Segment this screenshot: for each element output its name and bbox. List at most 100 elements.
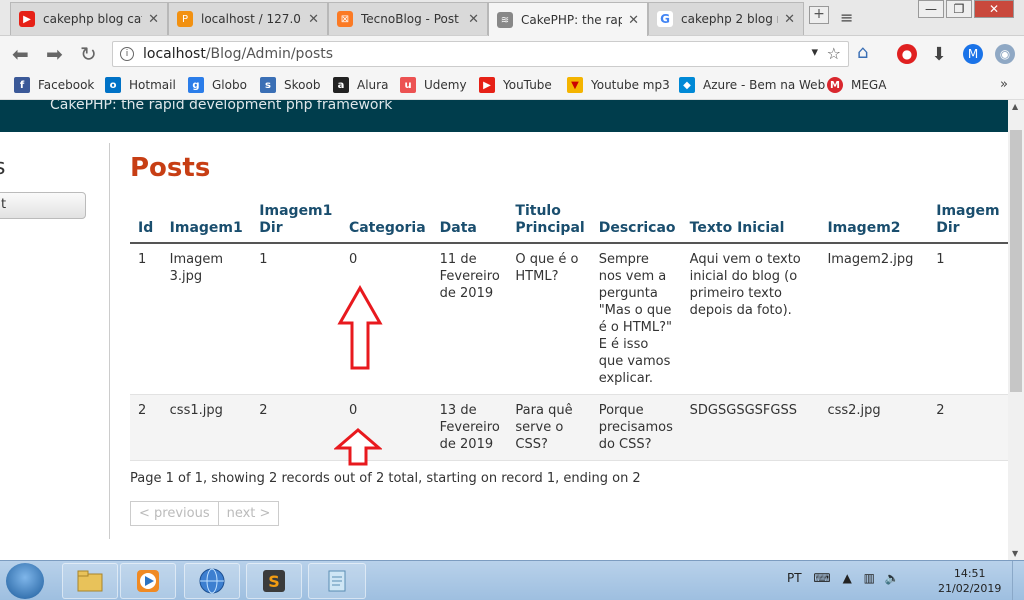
column-header-descricao[interactable]: Descricao bbox=[590, 203, 682, 244]
windows-taskbar: S PT ⌨ ▲ ▥ 🔈 14:51 21/02/2019 bbox=[0, 560, 1024, 600]
bookmark-label: Azure - Bem na Web bbox=[703, 78, 826, 92]
restore-icon[interactable]: ❐ bbox=[946, 0, 972, 18]
reload-icon[interactable]: ↻ bbox=[80, 42, 97, 66]
bookmark-globo[interactable]: g Globo bbox=[188, 77, 247, 93]
column-header-data[interactable]: Data bbox=[431, 203, 508, 244]
profile-avatar-icon[interactable]: M bbox=[963, 44, 983, 64]
bookmark-label: Hotmail bbox=[129, 78, 176, 92]
bookmark-udemy[interactable]: u Udemy bbox=[400, 77, 467, 93]
minimize-icon[interactable]: — bbox=[918, 0, 944, 18]
close-icon[interactable]: ✕ bbox=[148, 12, 159, 27]
tab-cakephp-blog-cate[interactable]: ▶ cakephp blog cate ✕ bbox=[10, 2, 168, 35]
dropdown-icon[interactable]: ▾ bbox=[811, 45, 818, 60]
mega-icon: M bbox=[827, 77, 843, 93]
taskbar-explorer[interactable] bbox=[62, 563, 118, 599]
bookmarks-bar: f Facebook o Hotmail g Globo s Skoob a Alura … bbox=[0, 72, 1024, 100]
tab-strip: ▶ cakephp blog cate ✕ P localhost / 127.… bbox=[0, 0, 1024, 37]
home-icon[interactable]: ⌂ bbox=[857, 42, 868, 63]
phpmyadmin-icon: P bbox=[177, 11, 193, 27]
bookmark-label: Alura bbox=[357, 78, 389, 92]
column-header-id[interactable]: Id bbox=[130, 203, 162, 244]
column-header-imagem-dir[interactable]: Imagem Dir bbox=[928, 203, 1008, 244]
close-window-icon[interactable]: ✕ bbox=[974, 0, 1014, 18]
show-hidden-icons-icon[interactable]: ▲ bbox=[843, 571, 852, 585]
bookmark-star-icon[interactable]: ☆ bbox=[827, 44, 841, 63]
tab-tecnoblog-post[interactable]: ⊠ TecnoBlog - Post ✕ bbox=[328, 2, 488, 35]
globe-icon bbox=[199, 568, 225, 594]
sidebar-heading: s bbox=[0, 155, 5, 180]
info-icon[interactable]: i bbox=[120, 47, 134, 61]
sidebar-action-button[interactable]: t bbox=[0, 192, 86, 219]
annotation-arrow-up-small bbox=[334, 428, 382, 466]
column-header-imagem2[interactable]: Imagem2 bbox=[819, 203, 929, 244]
folder-icon bbox=[77, 570, 103, 592]
start-button[interactable] bbox=[6, 563, 44, 599]
tab-localhost[interactable]: P localhost / 127.0.0 ✕ bbox=[168, 2, 328, 35]
cell-id: 2 bbox=[130, 394, 162, 461]
youtube-icon: ▶ bbox=[19, 11, 35, 27]
cell-id: 1 bbox=[130, 243, 162, 395]
back-arrow-icon[interactable]: ⬅ bbox=[12, 42, 29, 66]
close-icon[interactable]: ✕ bbox=[468, 12, 479, 27]
url-path: /Blog/Admin/posts bbox=[205, 46, 334, 62]
cell-data: 11 de Fevereiro de 2019 bbox=[431, 243, 508, 395]
bookmark-facebook[interactable]: f Facebook bbox=[14, 77, 94, 93]
close-icon[interactable]: ✕ bbox=[784, 12, 795, 27]
tab-cakephp-2-blog[interactable]: G cakephp 2 blog na ✕ bbox=[648, 2, 804, 35]
bookmark-skoob[interactable]: s Skoob bbox=[260, 77, 320, 93]
bookmark-hotmail[interactable]: o Hotmail bbox=[105, 77, 176, 93]
network-icon[interactable]: ▥ bbox=[864, 571, 875, 585]
previous-page-link[interactable]: < previous bbox=[130, 501, 219, 526]
more-bookmarks-icon[interactable]: » bbox=[1000, 77, 1008, 92]
adblock-icon[interactable]: ● bbox=[897, 44, 917, 64]
cell-imagem2: Imagem2.jpg bbox=[819, 243, 929, 395]
tab-cakephp-rapid[interactable]: ≋ CakePHP: the rapi ✕ bbox=[488, 2, 648, 37]
bookmark-mega[interactable]: M MEGA bbox=[827, 77, 886, 93]
column-header-imagem1[interactable]: Imagem1 bbox=[161, 203, 252, 244]
bookmark-label: MEGA bbox=[851, 78, 887, 92]
bookmark-youtube[interactable]: ▶ YouTube bbox=[479, 77, 552, 93]
system-clock[interactable]: 14:51 21/02/2019 bbox=[938, 566, 1001, 596]
taskbar-notepad[interactable] bbox=[308, 563, 366, 599]
scrollbar-thumb[interactable] bbox=[1010, 130, 1022, 392]
bookmark-youtube-mp3[interactable]: ▼ Youtube mp3 bbox=[567, 77, 670, 93]
volume-icon[interactable]: 🔈 bbox=[885, 571, 900, 585]
tab-menu-icon[interactable]: ≡ bbox=[840, 8, 853, 27]
window-controls: — ❐ ✕ bbox=[916, 0, 1014, 18]
tab-label: CakePHP: the rapi bbox=[521, 13, 623, 27]
close-icon[interactable]: ✕ bbox=[628, 13, 639, 28]
scroll-up-icon[interactable]: ▲ bbox=[1012, 102, 1018, 111]
column-header-titulo-principal[interactable]: Titulo Principal bbox=[507, 203, 591, 244]
svg-text:S: S bbox=[268, 572, 280, 591]
close-icon[interactable]: ✕ bbox=[308, 12, 319, 27]
sidebar-divider bbox=[109, 143, 110, 539]
show-desktop-button[interactable] bbox=[1012, 561, 1024, 600]
taskbar-browser[interactable] bbox=[184, 563, 240, 599]
bookmark-label: YouTube bbox=[503, 78, 552, 92]
column-header-categoria[interactable]: Categoria bbox=[340, 203, 432, 244]
pagination: < previous next > bbox=[130, 501, 280, 526]
bookmark-alura[interactable]: a Alura bbox=[333, 77, 388, 93]
bookmark-label: Globo bbox=[212, 78, 247, 92]
scroll-down-icon[interactable]: ▼ bbox=[1012, 549, 1018, 558]
column-header-texto-inicial[interactable]: Texto Inicial bbox=[681, 203, 820, 244]
system-tray: PT ⌨ ▲ ▥ 🔈 bbox=[787, 571, 900, 585]
keyboard-icon[interactable]: ⌨ bbox=[813, 571, 830, 585]
vertical-scrollbar[interactable]: ▲ ▼ bbox=[1008, 100, 1024, 560]
address-bar[interactable]: i localhost/Blog/Admin/posts ▾ ☆ bbox=[112, 41, 849, 67]
bookmark-azure[interactable]: ◆ Azure - Bem na Web bbox=[679, 77, 825, 93]
media-player-icon bbox=[137, 570, 159, 592]
column-header-imagem1-dir[interactable]: Imagem1 Dir bbox=[251, 203, 341, 244]
clock-time: 14:51 bbox=[953, 567, 986, 580]
language-indicator[interactable]: PT bbox=[787, 571, 802, 585]
new-tab-button[interactable]: + bbox=[809, 6, 829, 24]
forward-arrow-icon[interactable]: ➡ bbox=[46, 42, 63, 66]
next-page-link[interactable]: next > bbox=[218, 501, 280, 526]
taskbar-sublime[interactable]: S bbox=[246, 563, 302, 599]
extension-icon[interactable]: ◉ bbox=[995, 44, 1015, 64]
facebook-icon: f bbox=[14, 77, 30, 93]
taskbar-media-player[interactable] bbox=[120, 563, 176, 599]
download-icon[interactable]: ⬇ bbox=[929, 44, 949, 65]
cell-descricao: Porque precisamos do CSS? bbox=[590, 394, 682, 461]
bookmark-label: Facebook bbox=[38, 78, 95, 92]
